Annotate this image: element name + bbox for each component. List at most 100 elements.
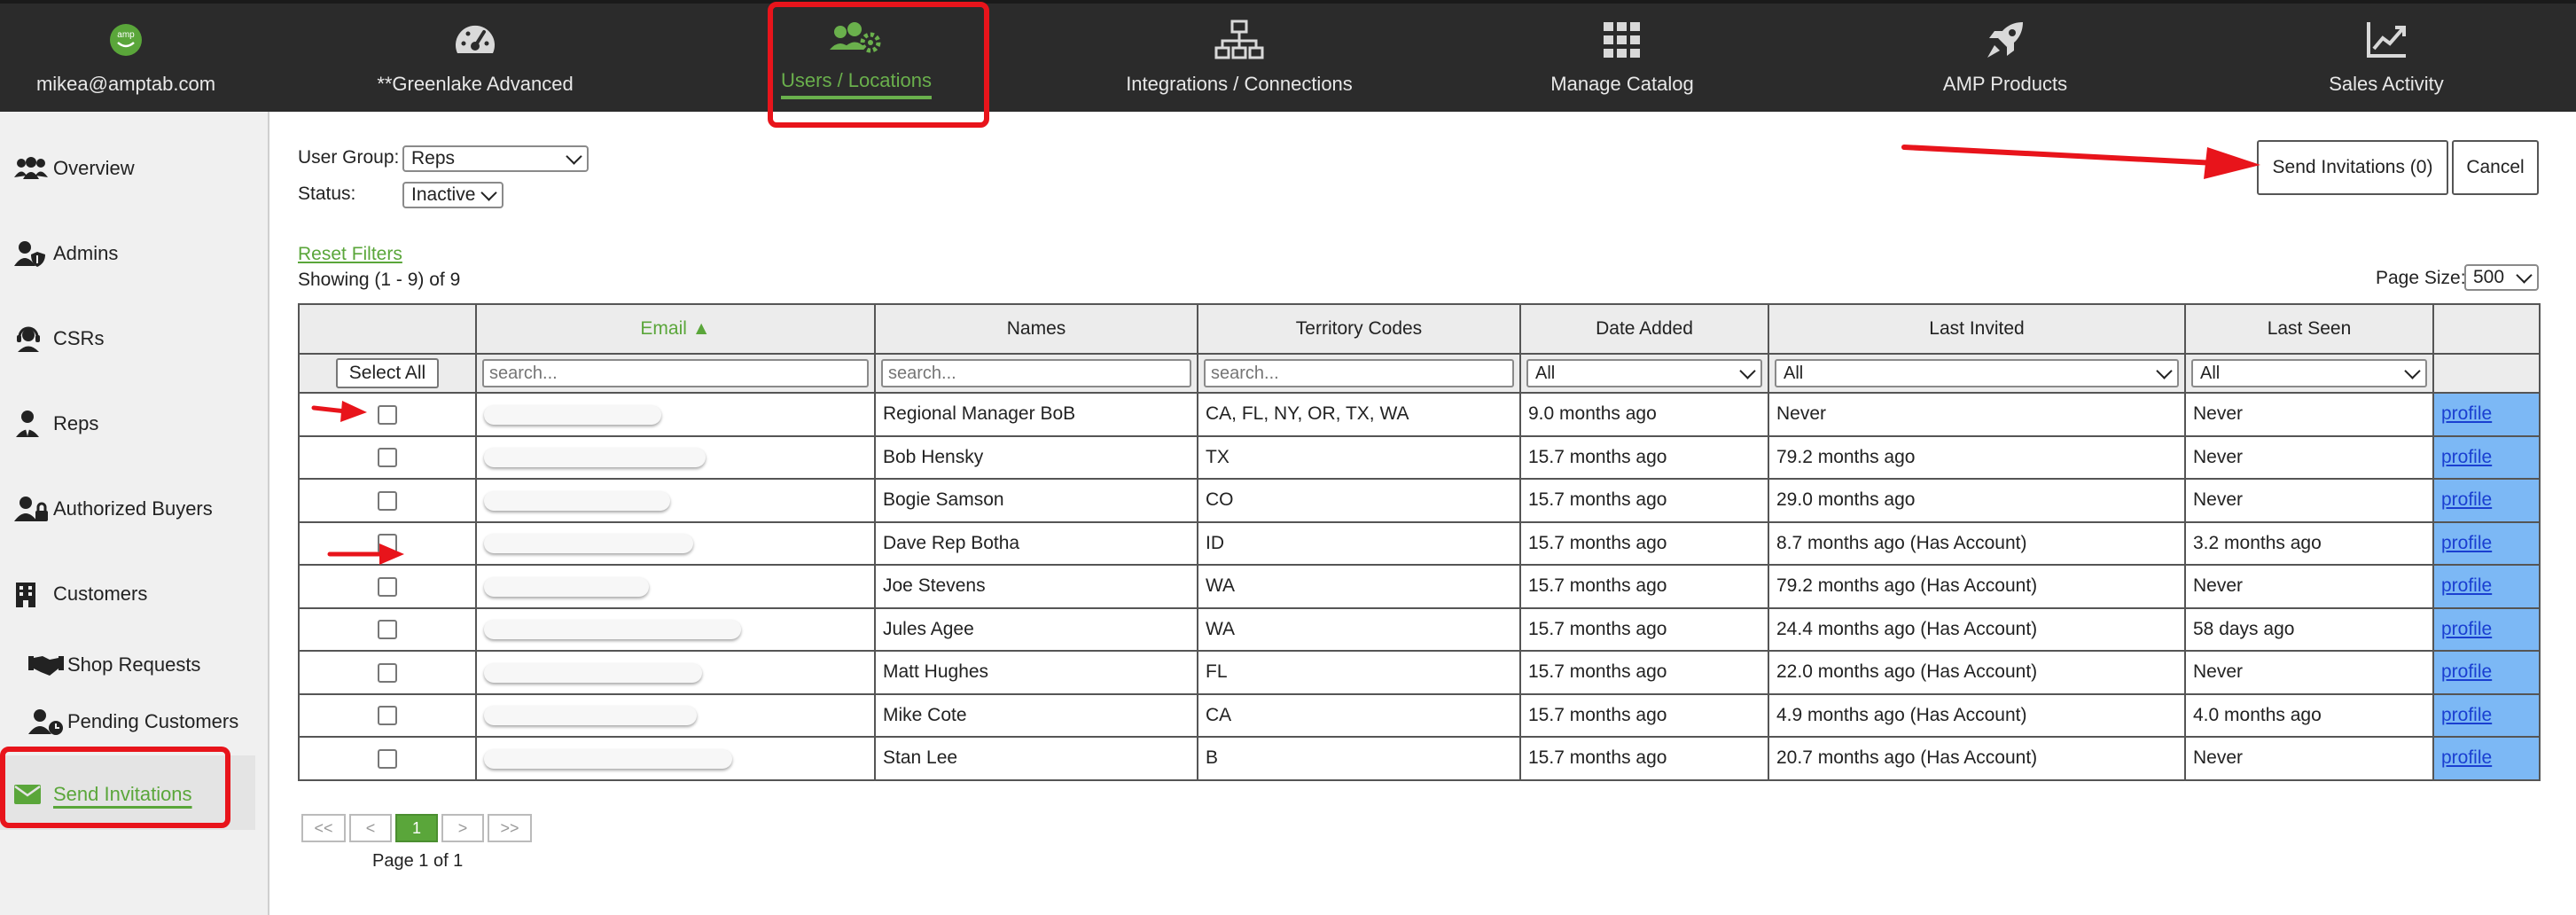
- page-size-select[interactable]: 500: [2464, 264, 2539, 291]
- row-checkbox-cell: [298, 736, 477, 781]
- names-search-input[interactable]: [881, 359, 1191, 387]
- last-seen-cell: Never: [2184, 434, 2434, 480]
- sidebar-item-label: Reps: [53, 412, 99, 434]
- name-cell: Bogie Samson: [874, 478, 1198, 523]
- profile-link[interactable]: profile: [2441, 447, 2492, 467]
- row-checkbox[interactable]: [378, 534, 397, 554]
- nav-integrations-connections[interactable]: Integrations / Connections: [1113, 4, 1365, 112]
- reset-filters-link[interactable]: Reset Filters: [298, 244, 402, 265]
- cancel-button[interactable]: Cancel: [2452, 140, 2539, 195]
- redacted-email: [484, 662, 702, 683]
- last-invited-cell: 8.7 months ago (Has Account): [1768, 520, 2186, 566]
- nav-label: **Greenlake Advanced: [377, 73, 574, 95]
- page-1-button[interactable]: 1: [395, 814, 438, 842]
- row-checkbox[interactable]: [378, 620, 397, 640]
- nav-sales-activity[interactable]: Sales Activity: [2260, 4, 2512, 112]
- profile-link[interactable]: profile: [2441, 575, 2492, 596]
- row-checkbox[interactable]: [378, 576, 397, 597]
- user-group-value: Reps: [411, 148, 456, 168]
- users-icon: [14, 152, 53, 184]
- last-invited-cell: 4.9 months ago (Has Account): [1768, 692, 2186, 738]
- sidebar-item-send-invitations[interactable]: Send Invitations: [14, 778, 192, 810]
- nav-manage-catalog[interactable]: Manage Catalog: [1496, 4, 1748, 112]
- date-added-cell: 15.7 months ago: [1519, 736, 1769, 781]
- row-checkbox[interactable]: [378, 662, 397, 683]
- user-lock-icon: [14, 493, 53, 525]
- table-row: Bogie Samson CO 15.7 months ago 29.0 mon…: [298, 478, 2541, 523]
- redacted-email: [484, 620, 741, 640]
- account-menu[interactable]: amp mikea@amptab.com: [0, 4, 252, 112]
- last-invited-filter-select[interactable]: All: [1775, 359, 2179, 387]
- email-search-input[interactable]: [482, 359, 869, 387]
- row-checkbox[interactable]: [378, 490, 397, 511]
- names-filter-cell: [874, 353, 1198, 394]
- profile-link[interactable]: profile: [2441, 403, 2492, 424]
- last-invited-column-header[interactable]: Last Invited: [1768, 303, 2186, 355]
- last-page-button[interactable]: >>: [488, 814, 532, 842]
- last-seen-cell: Never: [2184, 478, 2434, 523]
- sidebar-item-customers[interactable]: Customers: [14, 578, 147, 610]
- last-seen-cell: 3.2 months ago: [2184, 520, 2434, 566]
- first-page-button[interactable]: <<: [301, 814, 346, 842]
- select-all-button[interactable]: Select All: [336, 358, 439, 388]
- user-tie-icon: [14, 408, 53, 440]
- last-invited-filter-cell: All: [1768, 353, 2186, 394]
- table-row: Matt Hughes FL 15.7 months ago 22.0 mont…: [298, 650, 2541, 695]
- chart-line-icon: [2365, 18, 2408, 62]
- sidebar-item-shop-requests[interactable]: Shop Requests: [28, 649, 200, 681]
- prev-page-button[interactable]: <: [349, 814, 392, 842]
- name-cell: Stan Lee: [874, 736, 1198, 781]
- last-seen-column-header[interactable]: Last Seen: [2184, 303, 2434, 355]
- profile-link[interactable]: profile: [2441, 619, 2492, 639]
- date-added-cell: 9.0 months ago: [1519, 392, 1769, 437]
- next-page-button[interactable]: >: [441, 814, 484, 842]
- sidebar-item-overview[interactable]: Overview: [14, 152, 135, 184]
- territory-search-input[interactable]: [1204, 359, 1514, 387]
- profile-link[interactable]: profile: [2441, 747, 2492, 768]
- profile-link[interactable]: profile: [2441, 489, 2492, 510]
- date-added-cell: 15.7 months ago: [1519, 650, 1769, 695]
- filter-value: All: [1535, 363, 1556, 383]
- row-checkbox[interactable]: [378, 748, 397, 769]
- sidebar-item-pending-customers[interactable]: Pending Customers: [28, 706, 238, 738]
- table-row: Dave Rep Botha ID 15.7 months ago 8.7 mo…: [298, 520, 2541, 566]
- table-row: Bob Hensky TX 15.7 months ago 79.2 month…: [298, 434, 2541, 480]
- nav-greenlake-advanced[interactable]: **Greenlake Advanced: [349, 4, 601, 112]
- last-seen-cell: 58 days ago: [2184, 606, 2434, 652]
- sidebar-item-admins[interactable]: Admins: [14, 238, 118, 270]
- sidebar-item-reps[interactable]: Reps: [14, 408, 98, 440]
- status-select[interactable]: Inactive: [402, 182, 503, 208]
- sidebar-item-csrs[interactable]: CSRs: [14, 323, 104, 355]
- row-checkbox[interactable]: [378, 448, 397, 468]
- date-added-filter-select[interactable]: All: [1526, 359, 1762, 387]
- territory-cell: FL: [1197, 650, 1521, 695]
- last-seen-filter-cell: All: [2184, 353, 2434, 394]
- profile-link[interactable]: profile: [2441, 661, 2492, 682]
- status-value: Inactive: [411, 184, 476, 205]
- nav-users-locations[interactable]: Users / Locations: [768, 4, 945, 112]
- date-added-cell: 15.7 months ago: [1519, 606, 1769, 652]
- date-added-cell: 15.7 months ago: [1519, 692, 1769, 738]
- row-checkbox[interactable]: [378, 706, 397, 726]
- nav-label: AMP Products: [1942, 73, 2068, 95]
- nav-amp-products[interactable]: AMP Products: [1879, 4, 2131, 112]
- profile-link[interactable]: profile: [2441, 705, 2492, 725]
- date-added-column-header[interactable]: Date Added: [1519, 303, 1769, 355]
- last-seen-filter-select[interactable]: All: [2191, 359, 2427, 387]
- last-seen-cell: Never: [2184, 564, 2434, 609]
- user-group-select[interactable]: Reps: [402, 145, 589, 172]
- send-invitations-button[interactable]: Send Invitations (0): [2257, 140, 2448, 195]
- email-cell: [475, 478, 876, 523]
- profile-link[interactable]: profile: [2441, 533, 2492, 553]
- sidebar-item-label: Send Invitations: [53, 783, 192, 805]
- email-column-header[interactable]: Email ▲: [475, 303, 876, 355]
- redacted-email: [484, 706, 697, 726]
- names-column-header[interactable]: Names: [874, 303, 1198, 355]
- territory-column-header[interactable]: Territory Codes: [1197, 303, 1521, 355]
- row-checkbox[interactable]: [378, 404, 397, 425]
- table-filter-row: Select All All All All: [298, 353, 2541, 394]
- filter-value: All: [1784, 363, 1804, 383]
- sidebar-item-authorized-buyers[interactable]: Authorized Buyers: [14, 493, 213, 525]
- date-added-filter-cell: All: [1519, 353, 1769, 394]
- name-cell: Dave Rep Botha: [874, 520, 1198, 566]
